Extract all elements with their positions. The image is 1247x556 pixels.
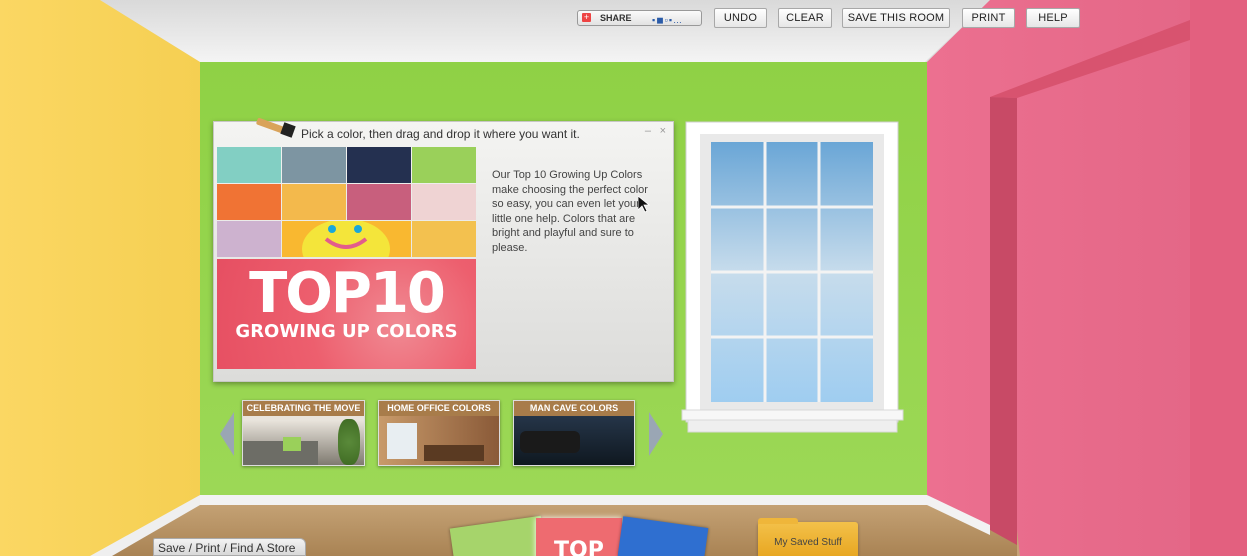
color-swatch[interactable]	[347, 184, 411, 220]
office-window-image	[387, 423, 417, 459]
sofa-image	[243, 441, 318, 465]
collection-thumb-home-office[interactable]: HOME OFFICE COLORS	[378, 400, 500, 466]
promo-title: TOP10	[249, 261, 446, 326]
minimize-button[interactable]: –	[645, 125, 651, 137]
print-button[interactable]: PRINT	[962, 8, 1015, 28]
smiley-face-icon	[302, 219, 390, 279]
save-room-button[interactable]: SAVE THIS ROOM	[842, 8, 950, 28]
panel-instruction: Pick a color, then drag and drop it wher…	[301, 127, 580, 141]
undo-button[interactable]: UNDO	[714, 8, 767, 28]
paintbrush-icon	[256, 118, 296, 138]
help-button[interactable]: HELP	[1026, 8, 1080, 28]
color-swatch[interactable]	[347, 147, 411, 183]
carousel-next-icon[interactable]	[647, 412, 665, 456]
promo-subtitle: GROWING UP COLORS	[235, 321, 458, 342]
color-swatch[interactable]	[282, 147, 346, 183]
color-swatch[interactable]	[412, 221, 476, 257]
color-swatch[interactable]	[412, 184, 476, 220]
my-saved-stuff-folder[interactable]: My Saved Stuff	[758, 518, 858, 556]
folder-icon-tab	[758, 518, 798, 524]
panel-description: Our Top 10 Growing Up Colors make choosi…	[492, 169, 648, 254]
room-scene: + SHARE ▪◼▫▪… UNDO CLEAR SAVE THIS ROOM …	[0, 0, 1247, 556]
card-top10[interactable]: TOP	[536, 518, 622, 556]
color-swatch[interactable]	[217, 184, 281, 220]
color-swatch[interactable]	[412, 147, 476, 183]
color-swatch[interactable]	[217, 221, 281, 257]
plus-icon: +	[582, 12, 591, 22]
share-button[interactable]: + SHARE ▪◼▫▪…	[577, 10, 702, 26]
clear-button[interactable]: CLEAR	[778, 8, 832, 28]
palette-panel[interactable]: Pick a color, then drag and drop it wher…	[213, 118, 674, 382]
close-icon[interactable]: ×	[660, 125, 666, 137]
top10-promo[interactable]: TOP10 GROWING UP COLORS	[217, 259, 476, 369]
desk-image	[424, 445, 484, 461]
color-swatch[interactable]	[282, 184, 346, 220]
social-icons: ▪◼▫▪…	[652, 15, 684, 25]
left-wall[interactable]	[0, 0, 200, 556]
save-print-find-store-tab[interactable]: Save / Print / Find A Store	[153, 538, 306, 556]
smiley-image	[282, 219, 411, 279]
pillow-image	[283, 437, 301, 451]
plant-image	[338, 419, 360, 465]
color-swatch[interactable]	[217, 147, 281, 183]
mouse-cursor-icon	[638, 196, 650, 213]
collection-thumb-celebrating[interactable]: CELEBRATING THE MOVE	[242, 400, 365, 466]
collection-thumb-man-cave[interactable]: MAN CAVE COLORS	[513, 400, 635, 466]
carousel-prev-icon[interactable]	[218, 412, 236, 456]
couch-image	[520, 431, 580, 453]
